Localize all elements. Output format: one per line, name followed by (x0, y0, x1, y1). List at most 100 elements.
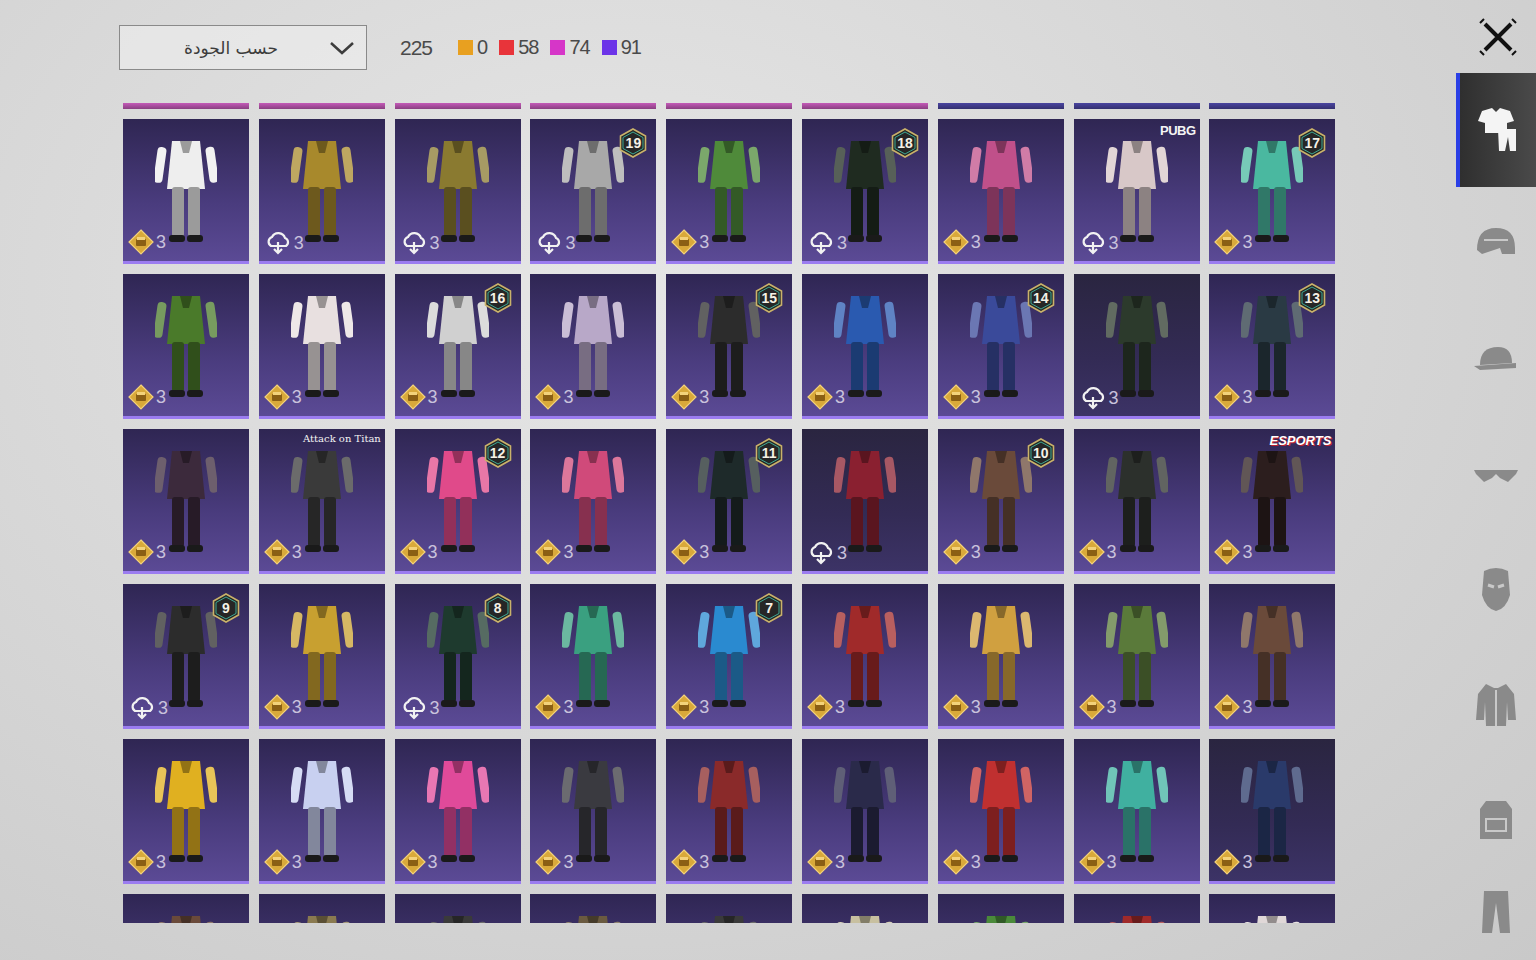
card-footer: 3 (264, 539, 302, 565)
item-count: 3 (1242, 388, 1252, 406)
outfit-card[interactable]: 3 (259, 274, 385, 419)
rarity-number: 0 (477, 36, 487, 59)
outfit-card[interactable]: 3 (530, 584, 656, 729)
sort-label: حسب الجودة (134, 38, 328, 58)
category-tab[interactable] (1456, 417, 1536, 532)
outfit-card[interactable]: 3 (802, 739, 928, 884)
outfit-card[interactable]: 3 (666, 739, 792, 884)
outfit-card[interactable]: 3 (123, 274, 249, 419)
gold-currency-icon (128, 539, 154, 565)
category-tab[interactable] (1456, 187, 1536, 302)
category-tab[interactable] (1456, 302, 1536, 417)
outfit-card[interactable] (938, 894, 1064, 923)
outfit-figure (834, 133, 896, 247)
category-tab[interactable] (1456, 532, 1536, 647)
outfit-figure (155, 443, 217, 557)
outfit-figure (1241, 598, 1303, 712)
outfit-figure (291, 288, 353, 402)
outfit-figure (1106, 908, 1168, 923)
outfit-card[interactable]: 3 (123, 429, 249, 574)
outfit-card[interactable]: 3 (938, 584, 1064, 729)
brand-logo: Attack on Titan (303, 434, 381, 444)
outfit-card[interactable]: 319 (530, 119, 656, 264)
rarity-number: 58 (518, 36, 538, 59)
outfit-card[interactable]: 311 (666, 429, 792, 574)
outfit-card[interactable]: 3 (1074, 739, 1200, 884)
outfit-figure (698, 598, 760, 712)
outfit-card[interactable]: 3 (259, 584, 385, 729)
outfit-card[interactable]: 3 (259, 119, 385, 264)
card-footer: 3 (535, 849, 573, 875)
category-tab[interactable] (1456, 73, 1536, 187)
card-footer: 3 (1079, 539, 1117, 565)
sort-dropdown[interactable]: حسب الجودة (119, 25, 367, 70)
gold-currency-icon (535, 384, 561, 410)
outfit-card[interactable]: 38 (395, 584, 521, 729)
outfit-card[interactable]: 3 (1074, 429, 1200, 574)
outfit-card[interactable] (666, 894, 792, 923)
jacket-icon (1472, 680, 1520, 730)
outfit-card[interactable]: 3 (395, 119, 521, 264)
outfit-card[interactable]: 3 (259, 739, 385, 884)
outfit-card[interactable]: 3 (530, 274, 656, 419)
outfit-card[interactable]: 3 (1074, 584, 1200, 729)
outfit-figure (970, 753, 1032, 867)
outfit-card[interactable]: 316 (395, 274, 521, 419)
close-button[interactable] (1456, 0, 1536, 73)
outfit-card[interactable]: 3 (802, 274, 928, 419)
outfit-card[interactable] (123, 894, 249, 923)
rarity-number: 91 (621, 36, 641, 59)
item-count: 3 (1109, 389, 1119, 407)
outfit-card[interactable]: 314 (938, 274, 1064, 419)
card-footer: 3 (807, 849, 845, 875)
outfit-card[interactable]: 37 (666, 584, 792, 729)
outfit-card[interactable]: 3 (802, 584, 928, 729)
badge-number: 16 (483, 283, 513, 313)
outfit-figure (562, 753, 624, 867)
outfit-card[interactable]: 3 (1074, 274, 1200, 419)
outfit-card[interactable]: 3PUBG (1074, 119, 1200, 264)
outfit-card[interactable]: 3 Attack on Titan (259, 429, 385, 574)
outfit-card[interactable]: 3 (123, 119, 249, 264)
outfit-card[interactable]: 3 (938, 119, 1064, 264)
outfit-card[interactable] (395, 894, 521, 923)
gold-currency-icon (943, 539, 969, 565)
outfit-figure (427, 133, 489, 247)
outfit-card[interactable]: 39 (123, 584, 249, 729)
item-count: 3 (1107, 698, 1117, 716)
item-count: 3 (156, 543, 166, 561)
item-count: 3 (565, 234, 575, 252)
item-grid: 333319331833PUBG3173331633153314331333At… (123, 100, 1337, 923)
outfit-card[interactable]: 3 (666, 119, 792, 264)
outfit-card[interactable]: 3 (123, 739, 249, 884)
outfit-card[interactable]: 3 (1209, 584, 1335, 729)
outfit-card[interactable]: 3 (938, 739, 1064, 884)
category-tab[interactable] (1456, 877, 1536, 957)
outfit-card[interactable]: 3ESPORTS (1209, 429, 1335, 574)
outfit-card[interactable] (802, 894, 928, 923)
outfit-card[interactable] (1074, 894, 1200, 923)
outfit-card[interactable] (1209, 894, 1335, 923)
category-tab[interactable] (1456, 647, 1536, 762)
gold-currency-icon (1214, 849, 1240, 875)
total-count: 225 (400, 36, 432, 60)
gold-currency-icon (400, 539, 426, 565)
outfit-card[interactable]: 3 (530, 429, 656, 574)
outfit-card[interactable]: 3 (530, 739, 656, 884)
outfit-card[interactable]: 317 (1209, 119, 1335, 264)
outfit-card[interactable]: 3 (395, 739, 521, 884)
outfit-card[interactable]: 310 (938, 429, 1064, 574)
outfit-card[interactable]: 3 (802, 429, 928, 574)
badge-number: 18 (890, 128, 920, 158)
outfit-card[interactable]: 312 (395, 429, 521, 574)
outfit-card[interactable] (259, 894, 385, 923)
outfit-card[interactable]: 318 (802, 119, 928, 264)
outfit-card[interactable]: 313 (1209, 274, 1335, 419)
gold-currency-icon (264, 849, 290, 875)
outfit-card[interactable]: 315 (666, 274, 792, 419)
outfit-card[interactable]: 3 (1209, 739, 1335, 884)
item-count: 3 (563, 388, 573, 406)
cloud-download-icon (128, 696, 156, 720)
category-tab[interactable] (1456, 762, 1536, 877)
outfit-card[interactable] (530, 894, 656, 923)
